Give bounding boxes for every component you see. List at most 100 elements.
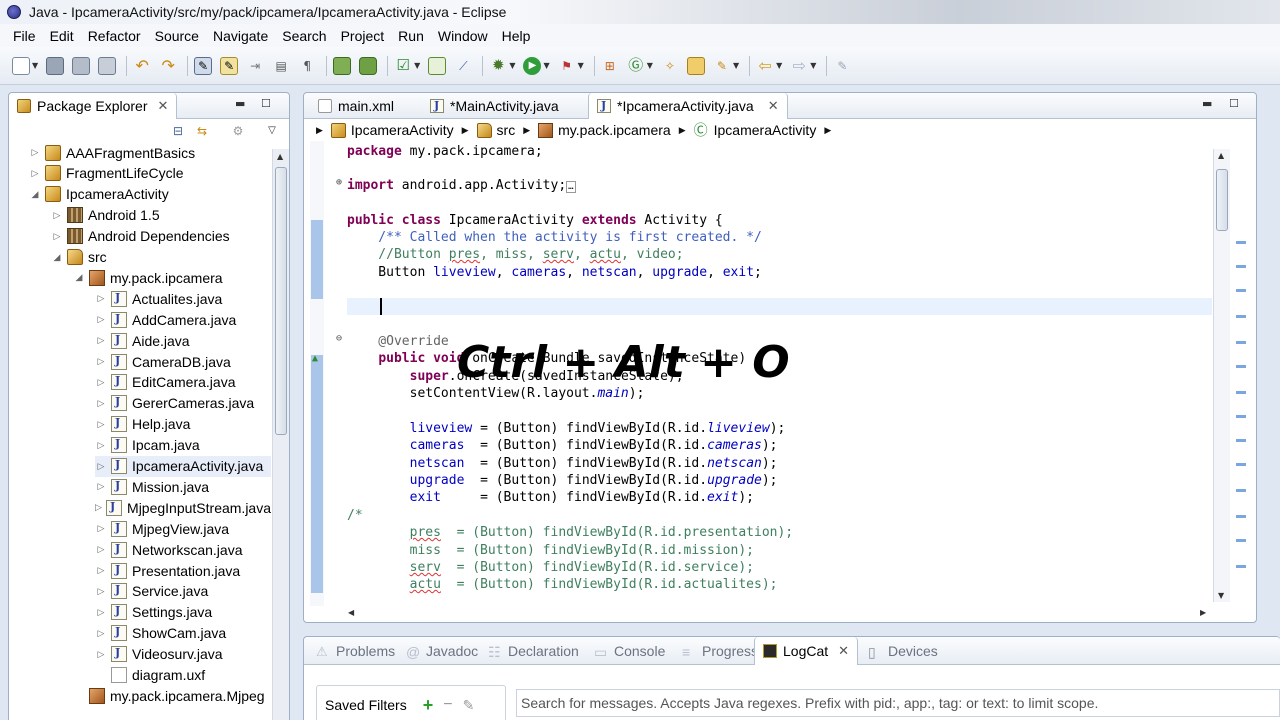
collapsed-arrow-icon[interactable]: ▷	[51, 210, 63, 221]
close-icon[interactable]: ✕	[838, 643, 849, 659]
tree-item[interactable]: ▷ FragmentLifeCycle	[29, 163, 271, 184]
tree-item[interactable]: ▷ AAAFragmentBasics	[29, 142, 271, 163]
scroll-right-icon[interactable]: ▶	[1200, 608, 1206, 617]
expanded-arrow-icon[interactable]: ◢	[51, 252, 63, 263]
maximize-icon[interactable]: ☐	[261, 97, 271, 110]
menu-file[interactable]: File	[6, 28, 43, 44]
tree-item[interactable]: ▷ Settings.java	[95, 602, 271, 623]
overview-mark[interactable]	[1236, 241, 1246, 244]
tab-declaration[interactable]: ☷ Declaration	[480, 637, 587, 665]
menu-run[interactable]: Run	[391, 28, 431, 44]
tab-javadoc[interactable]: @ Javadoc	[398, 637, 486, 665]
tree-item[interactable]: ◢ IpcameraActivity	[29, 184, 271, 205]
overview-mark[interactable]	[1236, 265, 1246, 268]
expanded-arrow-icon[interactable]: ◢	[73, 272, 85, 283]
close-icon[interactable]: ✕	[158, 99, 169, 114]
tree-item[interactable]: ▷ GererCameras.java	[95, 393, 271, 414]
menu-project[interactable]: Project	[334, 28, 392, 44]
package-explorer-scrollbar[interactable]: ▲	[272, 149, 289, 720]
overview-mark[interactable]	[1236, 415, 1246, 418]
menu-help[interactable]: Help	[495, 28, 538, 44]
whitespace-icon[interactable]: ⇥	[246, 57, 264, 75]
overview-mark[interactable]	[1236, 539, 1246, 542]
overview-mark[interactable]	[1236, 565, 1246, 568]
overview-mark[interactable]	[1236, 315, 1246, 318]
outline-icon[interactable]: ▤	[272, 57, 290, 75]
collapsed-arrow-icon[interactable]: ▷	[95, 440, 107, 451]
collapsed-arrow-icon[interactable]: ▷	[95, 607, 107, 618]
external-tools-dropdown-icon[interactable]: ▼	[578, 61, 584, 70]
print-icon[interactable]	[98, 56, 117, 75]
lint-check-icon[interactable]: ☑	[394, 57, 412, 75]
collapsed-arrow-icon[interactable]: ▷	[29, 147, 41, 158]
tree-item[interactable]: ▷ Help.java	[95, 414, 271, 435]
open-task-icon[interactable]: ✧	[661, 57, 679, 75]
breadcrumb-package[interactable]: my.pack.ipcamera	[558, 122, 671, 138]
fold-collapse-icon[interactable]: ⊖	[336, 333, 342, 344]
tree-item[interactable]: ▷ CameraDB.java	[95, 351, 271, 372]
toggle-mark-occurrences-icon[interactable]: ✎	[194, 56, 213, 75]
tree-item[interactable]: ▷ Android Dependencies	[51, 226, 271, 247]
remove-filter-icon[interactable]: −	[443, 696, 452, 714]
overview-mark[interactable]	[1236, 489, 1246, 492]
collapsed-arrow-icon[interactable]: ▷	[95, 461, 107, 472]
forward-arrow-icon[interactable]: ⇨	[790, 57, 808, 75]
new-icon[interactable]	[12, 56, 30, 75]
tree-item[interactable]: ▷ Mission.java	[95, 476, 271, 497]
breadcrumb-class[interactable]: IpcameraActivity	[714, 122, 817, 138]
collapsed-arrow-icon[interactable]: ▷	[95, 523, 107, 534]
search-dropdown-icon[interactable]: ▼	[733, 61, 739, 70]
editor-horizontal-scrollbar[interactable]: ◀ ▶	[304, 606, 1256, 622]
forward-dropdown-icon[interactable]: ▼	[810, 61, 816, 70]
edit-filter-icon[interactable]: ✎	[463, 697, 475, 714]
tab-console[interactable]: ▭ Console	[586, 637, 673, 665]
minimize-icon[interactable]: ▬	[235, 97, 245, 110]
menu-refactor[interactable]: Refactor	[81, 28, 148, 44]
collapsed-arrow-icon[interactable]: ▷	[95, 314, 107, 325]
tab-devices[interactable]: ▯ Devices	[860, 637, 946, 665]
run-icon[interactable]: ▶	[523, 56, 542, 75]
view-menu-icon[interactable]: ▽	[263, 122, 281, 140]
collapsed-arrow-icon[interactable]: ▷	[95, 335, 107, 346]
tree-item[interactable]: ▷ ShowCam.java	[95, 623, 271, 644]
breadcrumb-src[interactable]: src	[497, 122, 516, 138]
debug-icon[interactable]: ✹	[489, 57, 507, 75]
scrollbar-thumb[interactable]	[1216, 169, 1228, 231]
tree-item[interactable]: ▷ IpcameraActivity.java	[95, 455, 271, 477]
minimize-icon[interactable]: ▬	[1202, 97, 1212, 110]
tab-ipcamera-activity[interactable]: *IpcameraActivity.java ✕	[588, 93, 788, 119]
collapsed-arrow-icon[interactable]: ▷	[95, 419, 107, 430]
tree-item[interactable]: ▷ Actualites.java	[95, 288, 271, 309]
tree-item[interactable]: ◢ src	[51, 247, 271, 268]
collapsed-arrow-icon[interactable]: ▷	[95, 377, 107, 388]
tree-item[interactable]: ▷ Aide.java	[95, 330, 271, 351]
lint-dropdown-icon[interactable]: ▼	[414, 61, 420, 70]
overview-mark[interactable]	[1236, 289, 1246, 292]
tree-item[interactable]: ▷ EditCamera.java	[95, 372, 271, 393]
sdk-download-icon[interactable]	[333, 56, 352, 75]
back-dropdown-icon[interactable]: ▼	[776, 61, 782, 70]
external-tools-icon[interactable]: ⚑	[558, 57, 576, 75]
link-with-editor-icon[interactable]: ⇆	[193, 122, 211, 140]
run-dropdown-icon[interactable]: ▼	[543, 61, 549, 70]
menu-search[interactable]: Search	[275, 28, 333, 44]
new-dropdown-icon[interactable]: ▼	[32, 61, 38, 70]
overview-mark[interactable]	[1236, 439, 1246, 442]
expanded-arrow-icon[interactable]: ◢	[29, 189, 41, 200]
menu-source[interactable]: Source	[148, 28, 206, 44]
breadcrumb-project[interactable]: IpcameraActivity	[351, 122, 454, 138]
search-tool-icon[interactable]: ✎	[713, 57, 731, 75]
overview-mark[interactable]	[1236, 341, 1246, 344]
save-icon[interactable]	[46, 56, 65, 75]
overview-mark[interactable]	[1236, 463, 1246, 466]
tab-package-explorer[interactable]: Package Explorer ✕	[9, 93, 178, 119]
collapsed-arrow-icon[interactable]: ▷	[95, 649, 107, 660]
tab-main-activity[interactable]: *MainActivity.java	[422, 93, 567, 119]
save-all-icon[interactable]	[72, 56, 91, 75]
collapsed-arrow-icon[interactable]: ▷	[95, 565, 107, 576]
skip-breakpoints-icon[interactable]: ⟋	[454, 57, 472, 75]
collapsed-arrow-icon[interactable]: ▷	[95, 398, 107, 409]
close-icon[interactable]: ✕	[768, 98, 779, 114]
collapsed-arrow-icon[interactable]: ▷	[95, 293, 107, 304]
menu-window[interactable]: Window	[431, 28, 495, 44]
